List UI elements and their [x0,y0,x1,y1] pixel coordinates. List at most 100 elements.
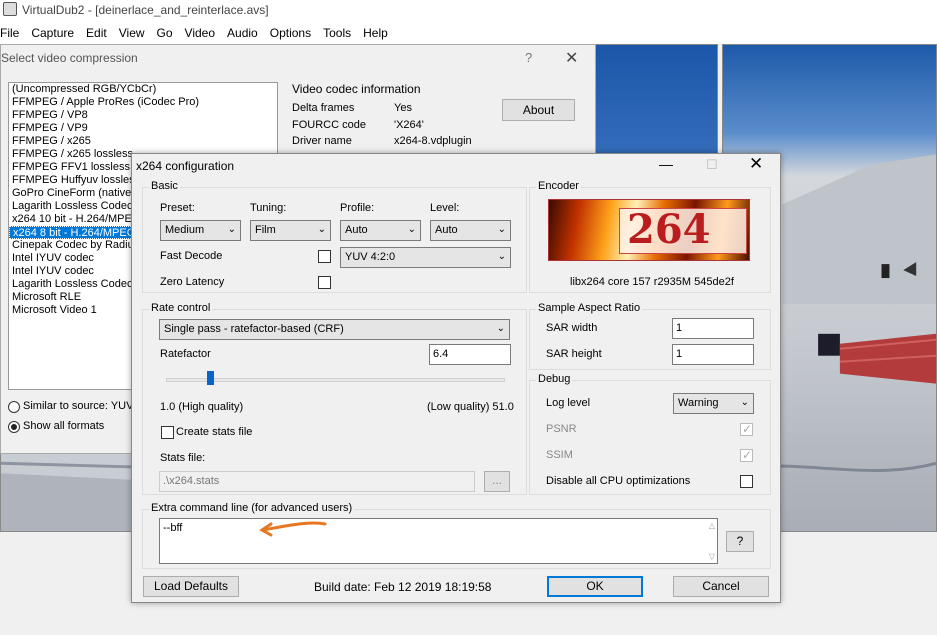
zero-latency-label: Zero Latency [160,276,225,288]
dropdown-arrow-icon: ⌄ [497,224,506,235]
sar-width-input[interactable]: 1 [672,318,754,339]
logo-text: 264 [627,206,711,253]
minimize-icon[interactable]: — [659,156,673,172]
maximize-icon: ☐ [706,157,718,172]
rate-mode-select[interactable]: Single pass - ratefactor-based (CRF) ⌄ [159,319,510,340]
compression-dialog-title: Select video compression [1,51,138,65]
preset-label: Preset: [160,202,195,214]
menu-bar: File Capture Edit View Go Video Audio Options To… [0,22,937,44]
info-value: 'X264' [394,119,424,131]
dropdown-arrow-icon: ⌄ [740,397,749,408]
colorspace-select[interactable]: YUV 4:2:0 ⌄ [340,247,511,268]
app-icon [3,2,17,16]
info-value: x264-8.vdplugin [394,135,472,147]
codec-info-label: Video codec information [292,82,421,96]
dropdown-arrow-icon: ⌄ [407,224,416,235]
codec-list-item[interactable]: FFMPEG / Apple ProRes (iCodec Pro) [9,96,277,109]
ratefactor-slider-thumb[interactable] [207,371,214,385]
ratefactor-slider-track[interactable] [166,378,505,382]
slider-low-label: 1.0 (High quality) [160,401,244,413]
menu-audio[interactable]: Audio [221,22,264,40]
log-level-value: Warning [678,397,719,409]
psnr-checkbox: ✓ [740,422,753,436]
encoder-version: libx264 core 157 r2935M 545de2f [570,276,734,288]
menu-video[interactable]: Video [179,22,221,40]
codec-list-item[interactable]: FFMPEG / VP9 [9,122,277,135]
menu-view[interactable]: View [113,22,151,40]
about-button[interactable]: About [502,99,575,121]
sar-height-label: SAR height [546,348,602,360]
profile-value: Auto [345,224,368,236]
slider-high-label: (Low quality) 51.0 [427,401,514,413]
rate-control-label: Rate control [149,302,213,314]
extra-cmd-textarea[interactable]: --bff △ ▽ [159,518,718,564]
preset-select[interactable]: Medium ⌄ [160,220,241,241]
cancel-button[interactable]: Cancel [673,576,769,597]
dropdown-arrow-icon: ⌄ [496,323,505,334]
show-all-formats-radio[interactable] [8,421,20,433]
browse-button[interactable]: ... [484,471,510,492]
ssim-label: SSIM [546,449,573,461]
menu-tools[interactable]: Tools [317,22,357,40]
stats-file-input[interactable]: .\x264.stats [159,471,475,492]
build-date: Build date: Feb 12 2019 18:19:58 [314,580,492,594]
cpu-opt-label: Disable all CPU optimizations [546,475,691,487]
basic-group-label: Basic [149,180,180,192]
encoder-group-label: Encoder [536,180,581,192]
sar-group-label: Sample Aspect Ratio [536,302,643,314]
extra-cmd-value: --bff [163,522,183,534]
profile-label: Profile: [340,202,375,214]
window-title: VirtualDub2 - [deinerlace_and_reinterlac… [22,3,269,17]
info-key: FOURCC code [292,119,366,131]
annotation-arrow [259,521,327,537]
extra-cmd-label: Extra command line (for advanced users) [149,502,355,514]
x264-dialog-title: x264 configuration [136,159,235,173]
tuning-select[interactable]: Film ⌄ [250,220,331,241]
rate-mode-value: Single pass - ratefactor-based (CRF) [164,323,344,335]
extra-help-button[interactable]: ? [726,531,754,552]
menu-edit[interactable]: Edit [80,22,113,40]
codec-list-item[interactable]: FFMPEG / VP8 [9,109,277,122]
dropdown-arrow-icon: ⌄ [227,224,236,235]
scroll-up-icon[interactable]: △ [709,521,715,530]
show-all-formats-label: Show all formats [23,420,105,432]
info-key: Delta frames [292,102,355,114]
ratefactor-label: Ratefactor [160,348,211,360]
dropdown-arrow-icon: ⌄ [317,224,326,235]
menu-help[interactable]: Help [357,22,394,40]
ok-button[interactable]: OK [547,576,643,597]
sar-height-input[interactable]: 1 [672,344,754,365]
stats-file-checkbox[interactable] [161,426,174,439]
debug-group-label: Debug [536,373,573,385]
zero-latency-checkbox[interactable] [318,276,331,289]
main-title-bar: VirtualDub2 - [deinerlace_and_reinterlac… [0,0,937,22]
checkmark-icon: ✓ [742,422,753,436]
log-level-select[interactable]: Warning ⌄ [673,393,754,414]
profile-select[interactable]: Auto ⌄ [340,220,421,241]
tuning-value: Film [255,224,276,236]
codec-list-item[interactable]: FFMPEG / x265 [9,135,277,148]
level-value: Auto [435,224,458,236]
menu-options[interactable]: Options [264,22,317,40]
checkmark-icon: ✓ [742,448,753,462]
dropdown-arrow-icon: ⌄ [497,251,506,262]
level-select[interactable]: Auto ⌄ [430,220,511,241]
close-icon[interactable]: ✕ [565,48,578,68]
cpu-opt-checkbox[interactable] [740,475,753,488]
codec-list-item[interactable]: (Uncompressed RGB/YCbCr) [9,83,277,96]
x264-config-dialog: x264 configuration — ☐ ✕ Basic Preset: T… [131,153,781,603]
menu-file[interactable]: File [0,22,25,40]
stats-file-check-label: Create stats file [176,426,253,438]
scroll-down-icon[interactable]: ▽ [709,552,715,561]
similar-source-radio[interactable] [8,401,20,413]
fast-decode-checkbox[interactable] [318,250,331,263]
load-defaults-button[interactable]: Load Defaults [143,576,239,597]
ssim-checkbox: ✓ [740,448,753,462]
info-key: Driver name [292,135,352,147]
menu-go[interactable]: Go [151,22,179,40]
ratefactor-input[interactable]: 6.4 [429,344,511,365]
sar-width-label: SAR width [546,322,598,334]
menu-capture[interactable]: Capture [25,22,80,40]
help-icon[interactable]: ? [525,50,532,65]
close-icon[interactable]: ✕ [749,154,763,174]
